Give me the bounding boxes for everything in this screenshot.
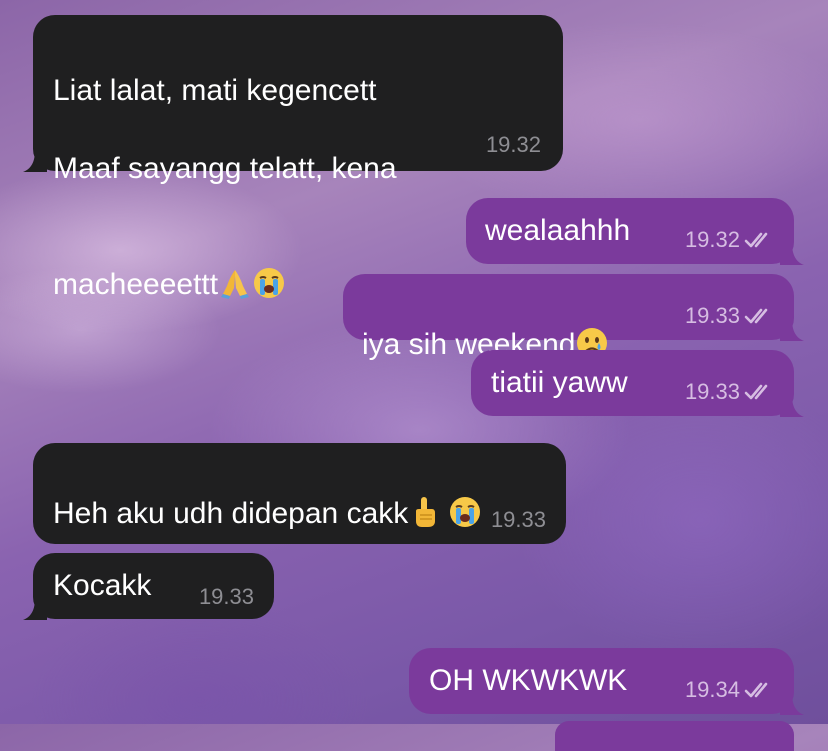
bubble-tail <box>780 319 806 341</box>
message-time: 19.32 <box>684 227 740 252</box>
message-bubble-incoming[interactable]: Kocakk 19.33 <box>33 553 274 619</box>
message-time: 19.33 <box>684 303 740 328</box>
double-check-icon <box>744 306 774 326</box>
message-bubble-outgoing[interactable]: OH WKWKWK 19.34 <box>409 648 794 714</box>
index-pointing-up-icon <box>408 456 440 539</box>
loudly-crying-face-icon <box>448 456 482 539</box>
message-text-content: Heh aku udh didepan cakk <box>53 497 409 530</box>
message-text: Heh aku udh didepan cakk <box>53 456 482 539</box>
message-time: 19.33 <box>684 379 740 404</box>
message-meta: 19.33 <box>685 380 774 404</box>
message-text: tiatii yaww <box>491 366 628 399</box>
message-meta: 19.32 <box>685 228 774 252</box>
message-time: 19.32 <box>485 132 541 157</box>
message-line: Maaf sayangg telatt, kena <box>53 152 397 185</box>
message-time: 19.33 <box>198 584 254 609</box>
message-text: OH WKWKWK <box>429 664 628 697</box>
message-bubble-incoming[interactable]: Liat lalat, mati kegencett Maaf sayangg … <box>33 15 563 301</box>
message-time: 19.34 <box>684 677 740 702</box>
message-text: Kocakk <box>53 569 152 602</box>
bubble-tail <box>780 395 806 417</box>
message-bubble-outgoing[interactable]: wealaahhh 19.32 <box>466 198 794 264</box>
loudly-crying-face-icon <box>252 227 286 310</box>
message-meta: 19.33 <box>685 304 774 328</box>
double-check-icon <box>744 230 774 250</box>
folded-hands-icon <box>218 227 252 310</box>
message-bubble-incoming[interactable]: Heh aku udh didepan cakk 19.33 <box>33 443 566 544</box>
message-meta: 19.34 <box>685 678 774 702</box>
bubble-tail <box>21 150 47 172</box>
message-text: wealaahhh <box>485 214 631 247</box>
bubble-tail <box>780 693 806 715</box>
bubble-tail <box>780 243 806 265</box>
message-bubble-outgoing-partial[interactable] <box>555 721 794 751</box>
bubble-tail <box>21 598 47 620</box>
double-check-icon <box>744 680 774 700</box>
message-bubble-outgoing[interactable]: tiatii yaww 19.33 <box>471 350 794 416</box>
message-bubble-outgoing[interactable]: iya sih weekend 19.33 <box>343 274 794 361</box>
message-line: Liat lalat, mati kegencett <box>53 74 377 107</box>
message-line-text: macheeeettt <box>53 268 219 301</box>
double-check-icon <box>744 382 774 402</box>
message-time: 19.33 <box>490 507 546 532</box>
